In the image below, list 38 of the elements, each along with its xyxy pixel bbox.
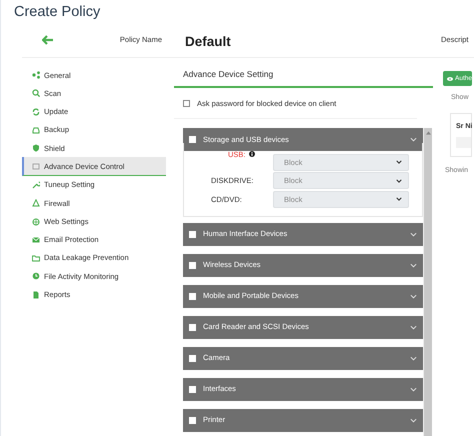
triangle-icon: [32, 199, 40, 208]
chevron-icon: [410, 418, 417, 422]
refresh-icon: [32, 108, 40, 116]
scroll-up-icon: [426, 131, 431, 135]
chevron-icon: [410, 294, 417, 298]
checkbox[interactable]: [189, 386, 196, 392]
caret-icon: [396, 178, 402, 183]
checkbox[interactable]: [189, 324, 196, 330]
envelope-icon: [32, 236, 40, 244]
scrollbar[interactable]: [423, 128, 432, 436]
globe-icon: [32, 218, 40, 226]
checkbox[interactable]: [189, 416, 196, 424]
checkbox[interactable]: [189, 230, 196, 238]
section-title: Advance Device Setting: [174, 58, 433, 88]
checkbox[interactable]: [183, 100, 190, 107]
policy-name: Default: [184, 33, 232, 52]
info-icon: [248, 151, 255, 158]
clock-icon: [32, 272, 40, 280]
checkbox[interactable]: [189, 136, 196, 143]
chevron-icon: [410, 262, 417, 268]
chevron-icon: [410, 386, 417, 392]
shield-icon: [32, 144, 40, 152]
checkbox[interactable]: [189, 262, 196, 268]
back-arrow-icon: [42, 34, 54, 44]
caret-icon: [396, 160, 402, 164]
page-title: Create Policy: [14, 3, 102, 22]
chevron-icon: [410, 324, 417, 330]
eye-icon: [447, 76, 453, 80]
checkbox[interactable]: [189, 292, 196, 300]
caret-icon: [396, 197, 402, 202]
document-icon: [32, 290, 40, 299]
folder-icon: [32, 254, 40, 262]
nodes-icon: [32, 71, 40, 80]
search-icon: [32, 89, 40, 98]
chevron-icon: [410, 137, 417, 142]
chevron-icon: [410, 232, 417, 236]
checkbox[interactable]: [189, 354, 196, 362]
chevron-icon: [410, 356, 417, 360]
